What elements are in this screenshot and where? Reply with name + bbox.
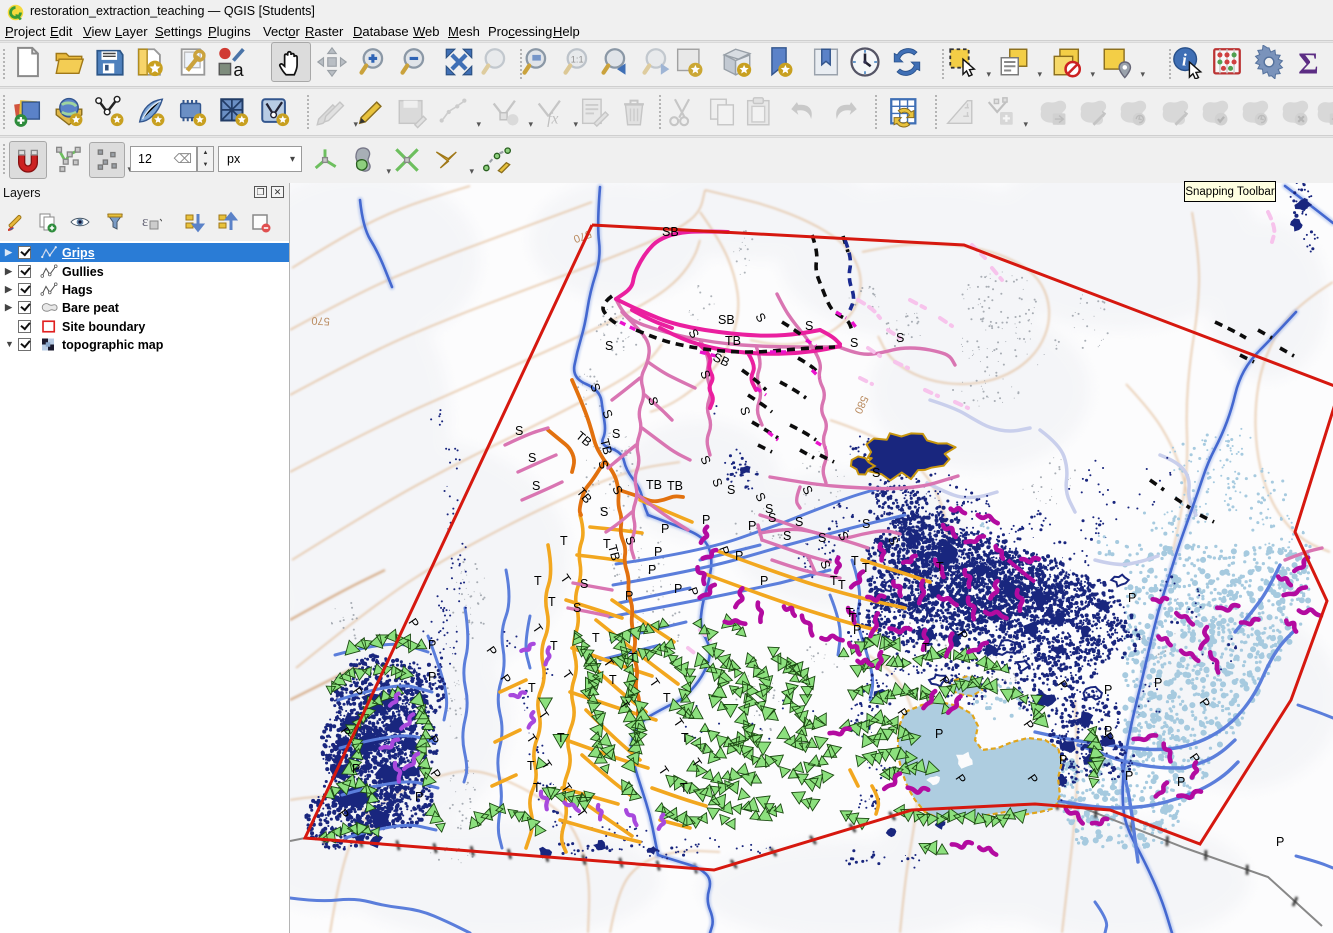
svg-text:T: T: [592, 631, 600, 645]
svg-text:S: S: [515, 424, 523, 438]
svg-text:P: P: [935, 727, 943, 741]
svg-text:S: S: [605, 339, 613, 353]
svg-text:S: S: [580, 577, 588, 591]
svg-text:570: 570: [311, 314, 330, 327]
svg-text:S: S: [872, 466, 880, 480]
svg-text:Σ: Σ: [1298, 45, 1318, 79]
svg-text:T: T: [862, 561, 870, 575]
svg-text:S: S: [783, 529, 791, 543]
svg-text:S: S: [532, 479, 540, 493]
svg-text:P: P: [1104, 683, 1112, 697]
svg-text:S: S: [768, 511, 776, 525]
svg-text:S: S: [862, 517, 870, 531]
svg-text:T: T: [550, 639, 558, 653]
svg-text:T: T: [851, 554, 859, 568]
svg-text:P: P: [853, 623, 861, 637]
svg-text:a: a: [233, 59, 244, 79]
svg-text:P: P: [648, 563, 656, 577]
svg-text:1:1: 1:1: [571, 55, 584, 65]
svg-text:P: P: [654, 545, 662, 559]
svg-text:S: S: [727, 483, 735, 497]
svg-text:ε: ε: [142, 214, 148, 230]
svg-text:T: T: [534, 574, 542, 588]
svg-text:P: P: [661, 522, 669, 536]
svg-text:T: T: [681, 731, 689, 745]
svg-text:P: P: [1128, 591, 1136, 605]
svg-text:P: P: [625, 589, 633, 603]
svg-text:T: T: [557, 731, 565, 745]
svg-text:TB: TB: [725, 334, 741, 348]
svg-text:P: P: [415, 790, 423, 804]
svg-text:TB: TB: [646, 478, 662, 492]
svg-text:T: T: [629, 651, 637, 665]
svg-text:T: T: [663, 691, 671, 705]
svg-text:S: S: [612, 427, 620, 441]
svg-text:S: S: [850, 336, 858, 350]
svg-text:SB: SB: [718, 313, 735, 327]
svg-text:T: T: [560, 534, 568, 548]
svg-text:S: S: [805, 319, 813, 333]
svg-text:T: T: [936, 560, 944, 574]
svg-text:S: S: [795, 515, 803, 529]
svg-text:P: P: [1177, 775, 1185, 789]
svg-text:P: P: [1154, 676, 1162, 690]
svg-text:T: T: [922, 641, 930, 655]
svg-text:fx: fx: [547, 110, 558, 127]
svg-text:T: T: [680, 781, 688, 795]
svg-text:P: P: [1104, 724, 1112, 738]
svg-text:TB: TB: [667, 479, 683, 493]
svg-text:T: T: [528, 681, 536, 695]
svg-text:P: P: [1276, 835, 1284, 849]
svg-text:S: S: [528, 451, 536, 465]
svg-text:P: P: [702, 513, 710, 527]
svg-text:P: P: [748, 519, 756, 533]
svg-text:T: T: [830, 574, 838, 588]
svg-text:P: P: [1059, 753, 1067, 767]
svg-text:i: i: [1182, 51, 1187, 70]
svg-text:P: P: [735, 549, 743, 563]
svg-text:S: S: [818, 531, 826, 545]
svg-text:T: T: [548, 595, 556, 609]
svg-text:T: T: [527, 759, 535, 773]
svg-text:P: P: [1125, 769, 1133, 783]
svg-text:P: P: [428, 670, 436, 684]
svg-text:S: S: [600, 505, 608, 519]
svg-text:P: P: [352, 762, 360, 776]
svg-text:P: P: [428, 638, 436, 652]
svg-text:T: T: [533, 781, 541, 795]
svg-text:SB: SB: [662, 225, 679, 239]
svg-text:T: T: [838, 578, 846, 592]
svg-text:P: P: [674, 582, 682, 596]
svg-text:P: P: [760, 574, 768, 588]
svg-text:S: S: [896, 331, 904, 345]
svg-text:T: T: [609, 673, 617, 687]
svg-text:S: S: [573, 601, 581, 615]
